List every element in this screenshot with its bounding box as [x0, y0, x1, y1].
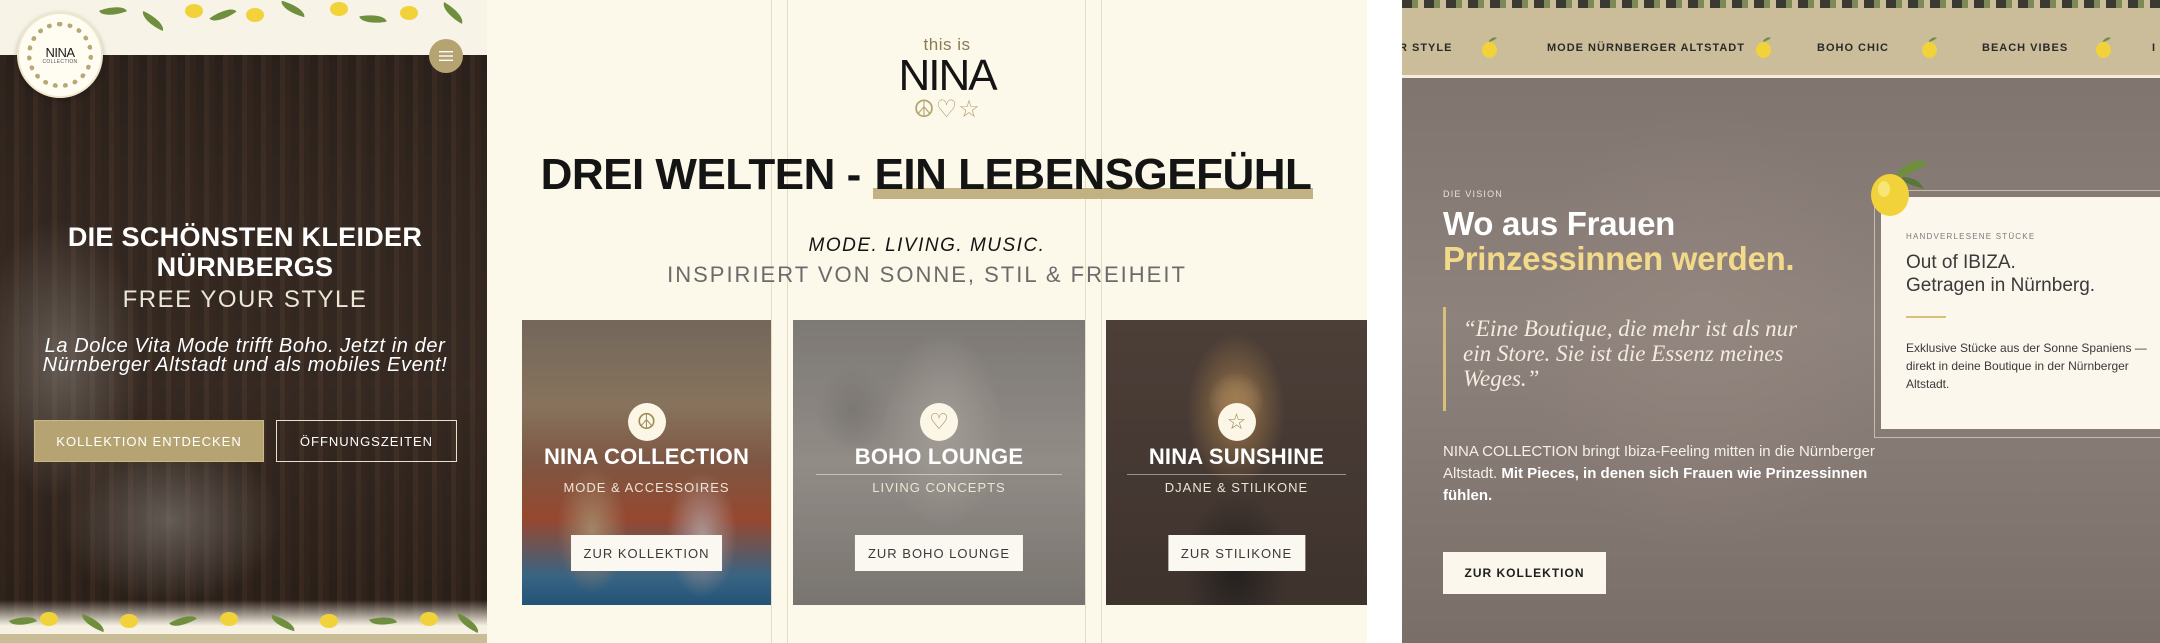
card-text: Exklusive Stücke aus der Sonne Spaniens … — [1906, 341, 2147, 391]
logo-name: NINA — [45, 44, 75, 60]
nina-logo[interactable]: this is NINA ☮♡☆ — [887, 36, 1007, 122]
ticker-bottom-border — [1402, 75, 2160, 78]
ticker-item: BEACH VIBES — [1982, 42, 2069, 54]
quote-accent-bar — [1443, 307, 1446, 411]
card-divider — [816, 474, 1062, 475]
to-collection-button[interactable]: ZUR KOLLEKTION — [1443, 552, 1606, 594]
ticker-top-border — [1402, 0, 2160, 8]
section-label: DIE VISION — [1443, 189, 1504, 199]
card-nina-collection[interactable]: ☮ NINA COLLECTION MODE & ACCESSOIRES ZUR… — [522, 320, 771, 605]
card-title-line2: Getragen in Nürnberg. — [1906, 275, 2096, 296]
screenshot-collage: NINA COLLECTION DIE SCHÖNSTEN KLEIDER NÜ… — [0, 0, 2160, 643]
grid-line — [787, 0, 788, 643]
vision-heading-line2: Prinzessinnen werden. — [1443, 240, 1795, 277]
leaf-decoration — [99, 1, 127, 21]
card-boho-lounge[interactable]: ♡ BOHO LOUNGE LIVING CONCEPTS ZUR BOHO L… — [793, 320, 1085, 605]
leaf-decoration — [454, 612, 482, 634]
card-title: NINA SUNSHINE — [1148, 444, 1325, 469]
lemon-decoration — [185, 4, 203, 18]
peace-heart-star-icon: ☮♡☆ — [913, 96, 981, 123]
lemon-decoration — [420, 612, 438, 626]
card-subtitle: DJANE & STILIKONE — [1164, 480, 1309, 495]
hero-title: DIE SCHÖNSTEN KLEIDER NÜRNBERGS — [67, 222, 423, 282]
heart-icon: ♡ — [920, 403, 958, 441]
grid-line — [1101, 0, 1102, 643]
ticker-item: R STYLE — [1402, 42, 1453, 54]
leaf-decoration — [139, 10, 167, 32]
lemon-icon — [2096, 37, 2111, 58]
section-headline: DREI WELTEN - EIN LEBENSGEFÜHL — [487, 150, 1367, 200]
bottom-bar — [0, 634, 487, 643]
lemon-decoration — [120, 614, 138, 628]
card-label: HANDVERLESENE STÜCKE — [1906, 232, 2036, 241]
mobile-hero-panel: NINA COLLECTION DIE SCHÖNSTEN KLEIDER NÜ… — [0, 0, 487, 643]
lemon-icon — [1871, 160, 1928, 216]
peace-icon: ☮ — [627, 403, 666, 441]
lemon-decoration — [400, 6, 418, 20]
card-accent-bar — [1906, 316, 1946, 318]
to-style-icon-button[interactable]: ZUR STILIKONE — [1167, 535, 1306, 571]
headline-plain: DREI WELTEN - — [540, 150, 873, 199]
vision-panel: R STYLE MODE NÜRNBERGER ALTSTADT BOHO CH… — [1402, 0, 2160, 643]
hero-subtitle: FREE YOUR STYLE — [122, 286, 368, 313]
star-icon: ☆ — [1217, 403, 1256, 441]
lemon-decoration — [330, 2, 348, 16]
lemon-decoration — [320, 614, 338, 628]
vision-body-text: NINA COLLECTION bringt Ibiza-Feeling mit… — [1443, 441, 1883, 507]
logo-nina: NINA — [898, 51, 997, 100]
lemon-decoration — [246, 8, 264, 22]
three-worlds-panel: this is NINA ☮♡☆ DREI WELTEN - EIN LEBEN… — [487, 0, 1402, 643]
grid-line — [1085, 0, 1086, 643]
leaf-decoration — [439, 2, 467, 24]
leaf-decoration — [279, 0, 307, 18]
ibiza-card: HANDVERLESENE STÜCKE Out of IBIZA. Getrag… — [1881, 197, 2160, 429]
leaf-decoration — [369, 612, 397, 630]
card-subtitle: LIVING CONCEPTS — [872, 480, 1006, 495]
lemon-icon — [1482, 37, 1497, 58]
hamburger-icon — [439, 51, 453, 61]
menu-button[interactable] — [429, 39, 463, 73]
tagline: MODE. LIVING. MUSIC. — [808, 235, 1046, 256]
vision-quote: “Eine Boutique, die mehr ist als nur ein… — [1463, 316, 1798, 391]
leaf-decoration — [269, 614, 297, 632]
leaf-decoration — [359, 11, 387, 27]
brand-logo[interactable]: NINA COLLECTION — [17, 12, 103, 98]
leaf-decoration — [209, 3, 237, 27]
to-collection-button[interactable]: ZUR KOLLEKTION — [570, 535, 723, 571]
grid-line — [771, 0, 772, 643]
hero-text: La Dolce Vita Mode trifft Boho. Jetzt in… — [42, 335, 448, 376]
ticker-item: MODE NÜRNBERGER ALTSTADT — [1547, 42, 1745, 54]
leaf-decoration — [169, 610, 197, 632]
tagline-secondary: INSPIRIERT VON SONNE, STIL & FREIHEIT — [667, 262, 1187, 287]
discover-collection-button[interactable]: KOLLEKTION ENTDECKEN — [34, 420, 264, 462]
card-subtitle: MODE & ACCESSOIRES — [563, 480, 730, 495]
logo-ring: NINA COLLECTION — [27, 22, 93, 88]
hero-overlay — [0, 0, 487, 643]
leaf-decoration — [9, 611, 37, 631]
lemon-icon — [1922, 37, 1937, 58]
logo-subtitle: COLLECTION — [42, 58, 78, 65]
card-divider — [1126, 474, 1347, 475]
to-boho-lounge-button[interactable]: ZUR BOHO LOUNGE — [854, 535, 1024, 571]
headline-highlight: EIN LEBENSGEFÜHL — [872, 150, 1314, 199]
card-title: Out of IBIZA. Getragen in Nürnberg. — [1906, 251, 2095, 297]
lemon-decoration — [40, 612, 58, 626]
card-title-line1: Out of IBIZA. — [1906, 252, 2016, 273]
vision-heading-line1: Wo aus Frauen — [1443, 205, 1676, 242]
ticker-item: I — [2152, 42, 2157, 54]
lemon-icon — [1756, 37, 1771, 58]
card-nina-sunshine[interactable]: ☆ NINA SUNSHINE DJANE & STILIKONE ZUR ST… — [1106, 320, 1367, 605]
body-bold: Mit Pieces, in denen sich Frauen wie Pri… — [1443, 465, 1868, 504]
marquee-ticker: R STYLE MODE NÜRNBERGER ALTSTADT BOHO CH… — [1402, 8, 2160, 75]
lemon-decoration — [220, 612, 238, 626]
card-title: BOHO LOUNGE — [854, 444, 1024, 469]
card-title: NINA COLLECTION — [543, 444, 750, 469]
leaf-decoration — [79, 613, 107, 633]
opening-hours-button[interactable]: ÖFFNUNGSZEITEN — [276, 420, 457, 462]
ticker-item: BOHO CHIC — [1817, 42, 1889, 54]
